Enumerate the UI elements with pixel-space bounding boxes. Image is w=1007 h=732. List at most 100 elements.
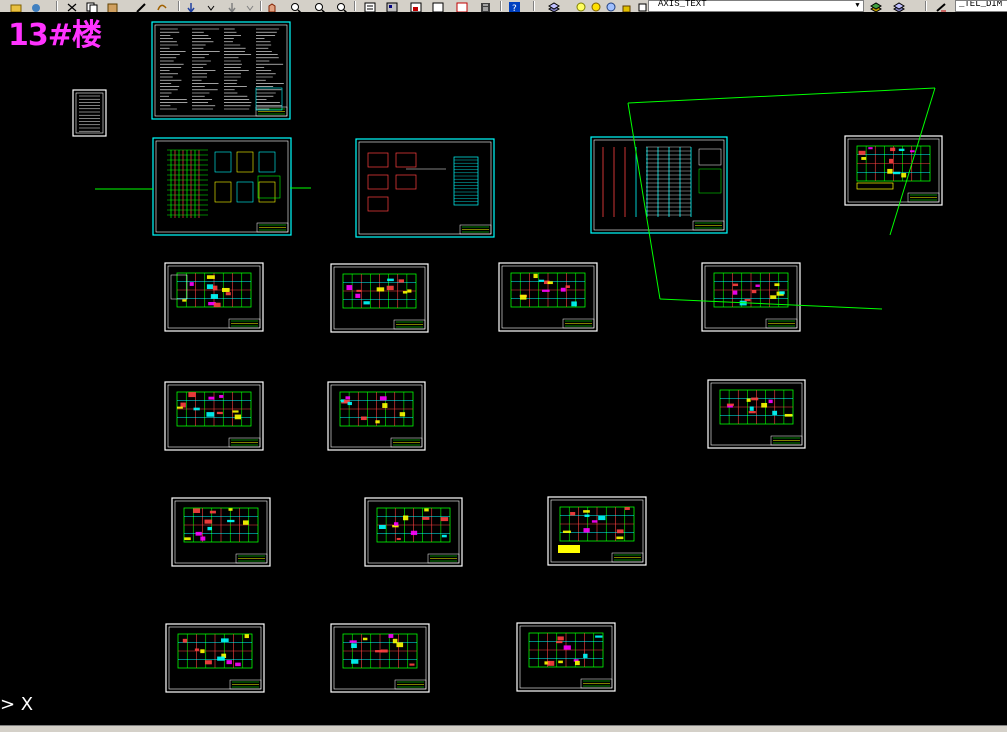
chevron-down-icon[interactable] <box>205 0 218 11</box>
room-fixture <box>616 529 624 534</box>
paste-icon[interactable] <box>106 0 119 12</box>
toolbar-separator <box>500 1 502 11</box>
designcenter-icon[interactable] <box>386 0 399 12</box>
room-fixture <box>349 640 357 643</box>
floor-plan <box>528 632 604 668</box>
room-fixture <box>533 273 538 279</box>
drawing-sheet[interactable] <box>498 262 598 332</box>
construction-line[interactable] <box>627 87 936 104</box>
lock-icon[interactable] <box>620 0 633 12</box>
drawing-sheet[interactable] <box>164 262 264 332</box>
toolpalette-icon[interactable] <box>410 0 423 12</box>
redo-arrow-icon[interactable] <box>226 0 239 12</box>
drawing-sheet[interactable] <box>164 381 264 451</box>
room-fixture <box>216 411 223 415</box>
drawing-sheet[interactable] <box>330 623 430 693</box>
drawing-sheet[interactable] <box>590 136 728 234</box>
construction-line[interactable] <box>627 102 661 300</box>
room-fixture <box>244 634 249 639</box>
room-fixture <box>748 411 756 414</box>
sheetset-icon[interactable] <box>432 0 445 12</box>
sun-icon[interactable] <box>590 0 603 12</box>
room-fixture <box>392 638 398 644</box>
sheet-inner-border <box>358 141 492 235</box>
room-fixture <box>409 663 415 666</box>
room-fixture <box>563 645 571 650</box>
equipment-box <box>395 152 417 168</box>
properties-icon[interactable] <box>364 0 377 12</box>
room-fixture <box>351 643 357 649</box>
room-fixture <box>562 530 571 533</box>
layer-state-icon[interactable] <box>870 0 883 12</box>
lightbulb-icon[interactable] <box>575 0 588 12</box>
room-fixture <box>219 394 224 398</box>
title-block <box>394 679 427 690</box>
drawing-sheet[interactable] <box>152 137 292 236</box>
room-fixture <box>204 519 213 524</box>
title-block <box>255 106 288 117</box>
chevron-down-icon[interactable] <box>244 0 257 11</box>
room-fixture <box>779 291 785 295</box>
room-fixture <box>761 402 768 408</box>
room-fixture <box>858 150 866 155</box>
room-fixture <box>379 396 387 401</box>
room-fixture <box>182 638 188 643</box>
drawing-canvas[interactable]: 13#楼 > X <box>0 12 1007 725</box>
room-fixture <box>410 530 418 536</box>
title-block <box>692 220 725 231</box>
layer-control-dropdown[interactable]: AXIS_TEXT ▼ <box>648 0 864 12</box>
zoom-window-icon[interactable] <box>314 0 327 12</box>
drawing-sheet[interactable] <box>364 497 463 567</box>
room-fixture <box>345 396 351 400</box>
drawing-sheet[interactable] <box>165 623 265 693</box>
drawing-sheet[interactable] <box>701 262 801 332</box>
floor-plan <box>183 507 259 543</box>
equipment-box <box>367 152 389 168</box>
title-block <box>390 437 423 448</box>
room-fixture <box>193 407 200 411</box>
drawing-sheet[interactable] <box>844 135 943 206</box>
title-block <box>611 552 644 563</box>
redo-icon[interactable] <box>185 0 198 12</box>
drawing-sheet[interactable] <box>547 496 647 566</box>
zoom-previous-icon[interactable] <box>336 0 349 12</box>
room-fixture <box>909 150 915 153</box>
zoom-realtime-icon[interactable] <box>290 0 303 12</box>
room-fixture <box>556 641 563 644</box>
construction-line[interactable] <box>889 87 936 236</box>
room-fixture <box>598 515 606 521</box>
model-space-drawing[interactable] <box>0 12 1007 725</box>
layer-previous-icon[interactable] <box>893 0 906 12</box>
drawing-sheet[interactable] <box>151 21 291 120</box>
freeze-viewport-icon[interactable] <box>605 0 618 12</box>
chevron-down-icon[interactable]: ▼ <box>853 1 862 11</box>
room-fixture <box>376 287 385 292</box>
room-fixture <box>520 294 527 300</box>
drawing-sheet[interactable] <box>516 622 616 692</box>
note-box <box>558 545 580 553</box>
room-fixture <box>188 392 196 398</box>
drawing-sheet[interactable] <box>327 381 426 451</box>
text-style-icon[interactable] <box>935 0 948 12</box>
drawing-sheet[interactable] <box>707 379 806 449</box>
layer-manager-icon[interactable] <box>548 0 561 12</box>
construction-line[interactable] <box>659 298 883 310</box>
markup-icon[interactable] <box>456 0 469 12</box>
calculator-icon[interactable] <box>479 0 492 12</box>
title-block <box>562 318 595 329</box>
matchprop-icon[interactable] <box>135 0 148 12</box>
drawing-sheet[interactable] <box>171 497 271 567</box>
drawing-sheet[interactable] <box>330 263 429 333</box>
help-icon[interactable]: ? <box>508 0 521 12</box>
room-fixture <box>591 520 598 523</box>
text-style-dropdown[interactable]: _TEL_DIM <box>955 0 1007 12</box>
drawing-sheet[interactable] <box>355 138 495 238</box>
room-fixture <box>726 403 734 406</box>
pan-icon[interactable] <box>266 0 279 12</box>
room-fixture <box>399 412 406 417</box>
room-fixture <box>242 520 249 525</box>
undo-icon[interactable] <box>155 0 168 11</box>
drawing-sheet[interactable] <box>72 89 107 137</box>
ucs-icon: > X <box>0 694 34 715</box>
device-table <box>453 156 479 206</box>
